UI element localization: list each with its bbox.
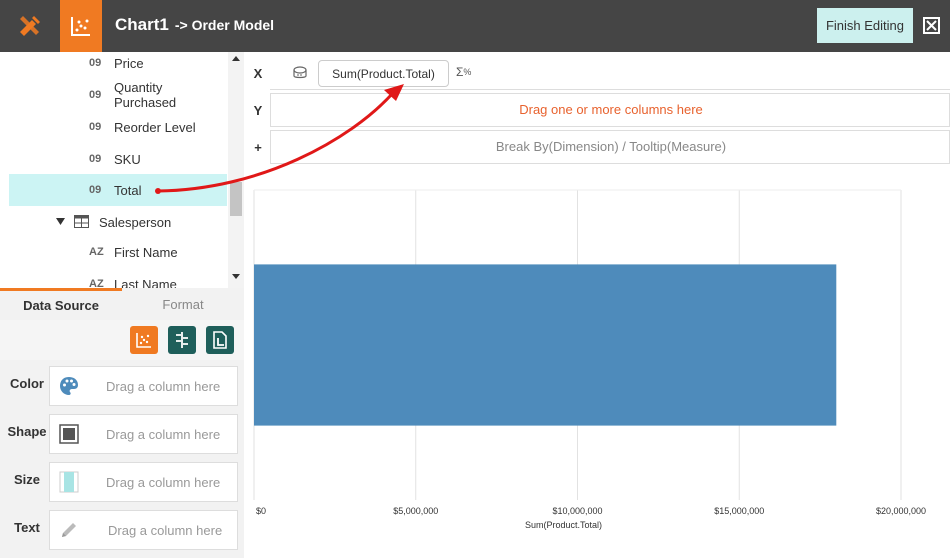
drag-arrow-annotation [155,84,404,194]
